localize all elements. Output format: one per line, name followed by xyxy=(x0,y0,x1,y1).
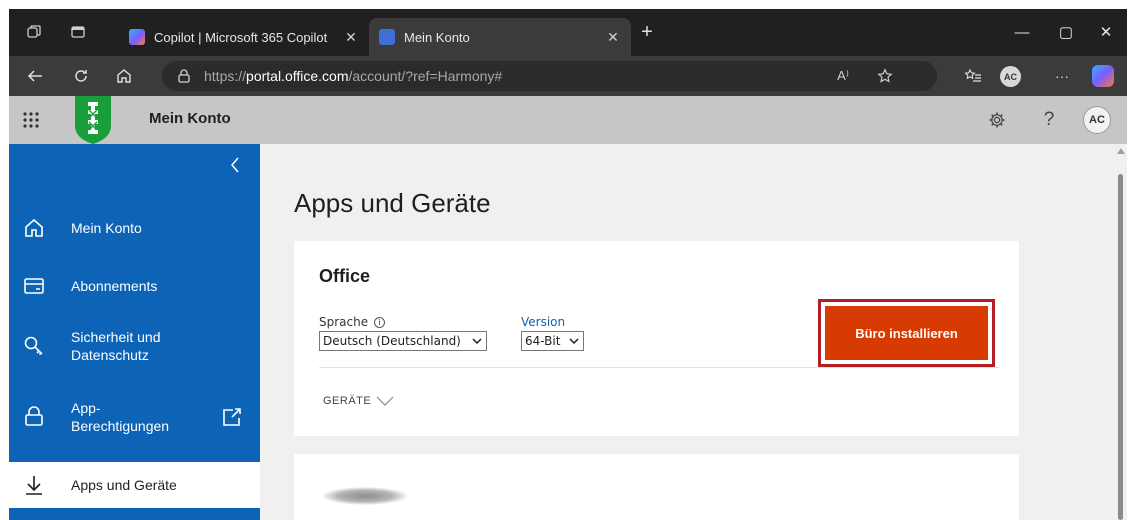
chevron-down-icon xyxy=(569,338,579,345)
install-office-button[interactable]: Büro installieren xyxy=(825,306,988,360)
tab-actions-icon[interactable] xyxy=(69,23,87,41)
key-icon xyxy=(24,336,43,356)
tab-close-icon[interactable]: ✕ xyxy=(343,29,359,46)
version-label: Version xyxy=(521,315,566,329)
browser-window: Copilot | Microsoft 365 Copilot ✕ Mein K… xyxy=(9,9,1127,520)
nav-item-app-berechtigungen[interactable]: App-Berechtigungen xyxy=(9,392,260,442)
read-aloud-icon[interactable]: A⁾ xyxy=(832,67,854,85)
tab-title: Copilot | Microsoft 365 Copilot xyxy=(154,29,328,45)
tab-copilot[interactable]: Copilot | Microsoft 365 Copilot ✕ xyxy=(119,18,369,56)
chevron-down-icon xyxy=(376,396,394,406)
divider xyxy=(319,367,999,368)
page-title: Apps und Geräte xyxy=(294,188,491,218)
tab-mein-konto[interactable]: Mein Konto ✕ xyxy=(369,18,631,56)
maximize-button[interactable]: ▢ xyxy=(1044,17,1088,47)
nav-item-label: Sicherheit und Datenschutz xyxy=(71,329,161,363)
profile-avatar[interactable]: AC xyxy=(1000,66,1021,87)
help-icon[interactable]: ? xyxy=(1039,109,1059,130)
scrollbar-thumb[interactable] xyxy=(1118,174,1123,520)
devices-label: GERÄTE xyxy=(323,395,372,407)
external-link-icon xyxy=(223,408,241,426)
redacted-logo xyxy=(322,487,408,505)
card-icon xyxy=(24,278,44,294)
favorites-list-icon[interactable] xyxy=(961,64,985,88)
app-title[interactable]: Mein Konto xyxy=(149,110,231,127)
navigation-bar: https://portal.office.com/account/?ref=H… xyxy=(9,56,1127,96)
settings-gear-icon[interactable] xyxy=(987,110,1007,130)
office-card-title: Office xyxy=(319,266,371,286)
nav-item-abonnements[interactable]: Abonnements xyxy=(9,268,260,304)
nav-item-label: Apps und Geräte xyxy=(71,477,177,493)
nav-item-mein-konto[interactable]: Mein Konto xyxy=(9,210,260,246)
install-button-highlight: Büro installieren xyxy=(818,299,995,367)
version-select[interactable]: 64-Bit xyxy=(521,331,584,351)
url-text: https://portal.office.com/account/?ref=H… xyxy=(204,68,503,84)
close-window-button[interactable]: ✕ xyxy=(1084,17,1127,47)
language-select[interactable]: Deutsch (Deutschland) xyxy=(319,331,487,351)
back-arrow-icon[interactable] xyxy=(23,64,47,88)
account-favicon-icon xyxy=(379,29,395,45)
tab-strip: Copilot | Microsoft 365 Copilot ✕ Mein K… xyxy=(9,9,1127,56)
address-bar[interactable]: https://portal.office.com/account/?ref=H… xyxy=(162,61,937,91)
nav-item-sicherheit-und-datenschutz[interactable]: Sicherheit und Datenschutz xyxy=(9,322,260,370)
more-options-icon[interactable]: ··· xyxy=(1050,64,1074,88)
site-info-lock-icon[interactable] xyxy=(176,68,192,84)
collapse-nav-chevron-icon[interactable] xyxy=(227,156,243,174)
home-icon[interactable] xyxy=(112,64,136,88)
home-icon xyxy=(25,218,43,237)
scroll-up-arrow-icon[interactable] xyxy=(1117,148,1125,154)
lock-icon xyxy=(25,406,43,426)
workspaces-icon[interactable] xyxy=(25,23,43,41)
tab-title: Mein Konto xyxy=(404,29,470,45)
favorite-star-icon[interactable] xyxy=(874,67,896,85)
secondary-card xyxy=(294,454,1019,520)
office-card: Office Sprache i Deutsch (Deutschland) V… xyxy=(294,241,1019,436)
nav-item-label: Abonnements xyxy=(71,278,158,294)
info-icon[interactable]: i xyxy=(373,317,385,328)
nav-item-label: App-Berechtigungen xyxy=(71,400,170,434)
devices-toggle[interactable]: GERÄTE xyxy=(323,395,395,407)
copilot-favicon-icon xyxy=(129,29,145,45)
chevron-down-icon xyxy=(472,338,482,345)
refresh-icon[interactable] xyxy=(69,64,93,88)
tab-close-icon[interactable]: ✕ xyxy=(605,29,621,46)
nav-item-apps-und-geraete[interactable]: Apps und Geräte xyxy=(9,462,260,508)
organization-logo-shield-icon[interactable] xyxy=(73,96,113,144)
main-content: Apps und Geräte Office Sprache i Deutsch… xyxy=(260,144,1127,520)
left-navigation: Mein Konto Abonnements Sicherheit und Da… xyxy=(9,144,260,520)
app-header: Mein Konto ? AC xyxy=(9,96,1127,144)
nav-item-label: Mein Konto xyxy=(71,220,142,236)
minimize-button[interactable]: — xyxy=(1000,17,1044,47)
user-avatar[interactable]: AC xyxy=(1083,106,1111,134)
new-tab-button[interactable]: + xyxy=(635,21,659,45)
download-icon xyxy=(26,476,42,495)
app-launcher-waffle-icon[interactable] xyxy=(21,110,41,130)
language-label: Sprache i xyxy=(319,315,385,329)
copilot-icon[interactable] xyxy=(1092,65,1114,87)
vertical-scrollbar[interactable] xyxy=(1114,144,1127,520)
